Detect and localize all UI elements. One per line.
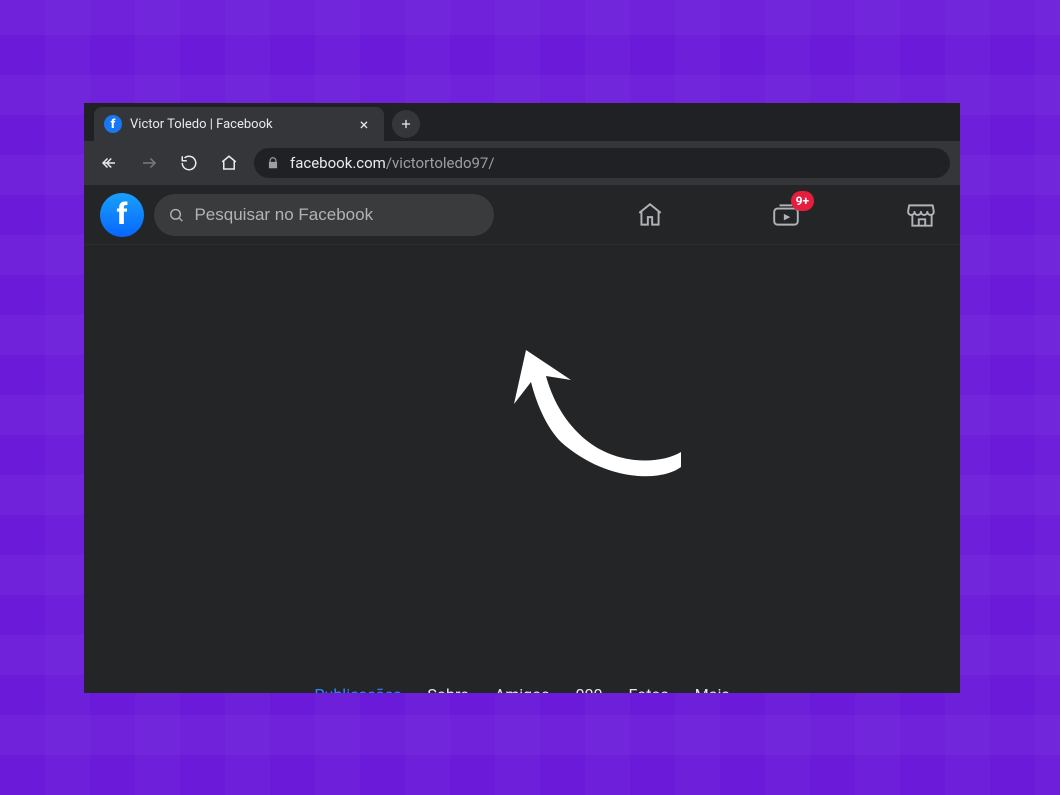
browser-window: f Victor Toledo | Facebook × <box>84 103 960 693</box>
browser-home-button[interactable] <box>214 148 244 178</box>
footer-link[interactable]: Publicações <box>314 685 401 693</box>
arrow-right-icon <box>140 154 158 172</box>
arrow-left-icon <box>100 154 118 172</box>
home-outline-icon <box>220 154 238 172</box>
facebook-body: Publicações Sobre Amigos 000 Fotos Mais <box>84 245 960 693</box>
facebook-favicon: f <box>104 115 122 133</box>
home-icon <box>635 200 665 230</box>
footer-link[interactable]: 000 <box>576 685 603 693</box>
url-domain: facebook.com <box>290 154 386 172</box>
footer-link[interactable]: Amigos <box>495 685 550 693</box>
address-bar[interactable]: facebook.com/victortoledo97/ <box>254 148 950 178</box>
facebook-logo[interactable]: f <box>100 193 144 237</box>
search-icon <box>168 206 184 224</box>
tab-strip: f Victor Toledo | Facebook × <box>84 103 960 141</box>
watch-badge: 9+ <box>791 191 814 211</box>
tab-title: Victor Toledo | Facebook <box>130 117 354 132</box>
new-tab-button[interactable] <box>392 110 420 138</box>
forward-button[interactable] <box>134 148 164 178</box>
facebook-search[interactable] <box>154 194 494 236</box>
facebook-logo-letter: f <box>117 200 128 230</box>
back-button[interactable] <box>94 148 124 178</box>
search-input[interactable] <box>194 205 480 225</box>
annotation-arrow <box>506 332 696 492</box>
url-text: facebook.com/victortoledo97/ <box>290 154 495 172</box>
facebook-favicon-letter: f <box>111 118 116 131</box>
footer-link[interactable]: Mais <box>695 685 730 693</box>
marketplace-icon <box>907 200 937 230</box>
nav-home[interactable] <box>632 197 668 233</box>
facebook-header: f 9+ <box>84 185 960 245</box>
nav-marketplace[interactable] <box>904 197 940 233</box>
footer-link[interactable]: Fotos <box>629 685 669 693</box>
profile-nav-links: Publicações Sobre Amigos 000 Fotos Mais <box>84 685 960 693</box>
facebook-nav: 9+ <box>632 185 960 245</box>
plus-icon <box>399 117 413 131</box>
reload-button[interactable] <box>174 148 204 178</box>
footer-link[interactable]: Sobre <box>427 685 468 693</box>
lock-icon <box>266 156 280 170</box>
reload-icon <box>180 154 198 172</box>
close-tab-icon[interactable]: × <box>354 114 374 134</box>
browser-toolbar: facebook.com/victortoledo97/ <box>84 141 960 185</box>
url-path: /victortoledo97/ <box>386 154 495 172</box>
browser-tab[interactable]: f Victor Toledo | Facebook × <box>94 107 384 141</box>
nav-watch[interactable]: 9+ <box>768 197 804 233</box>
